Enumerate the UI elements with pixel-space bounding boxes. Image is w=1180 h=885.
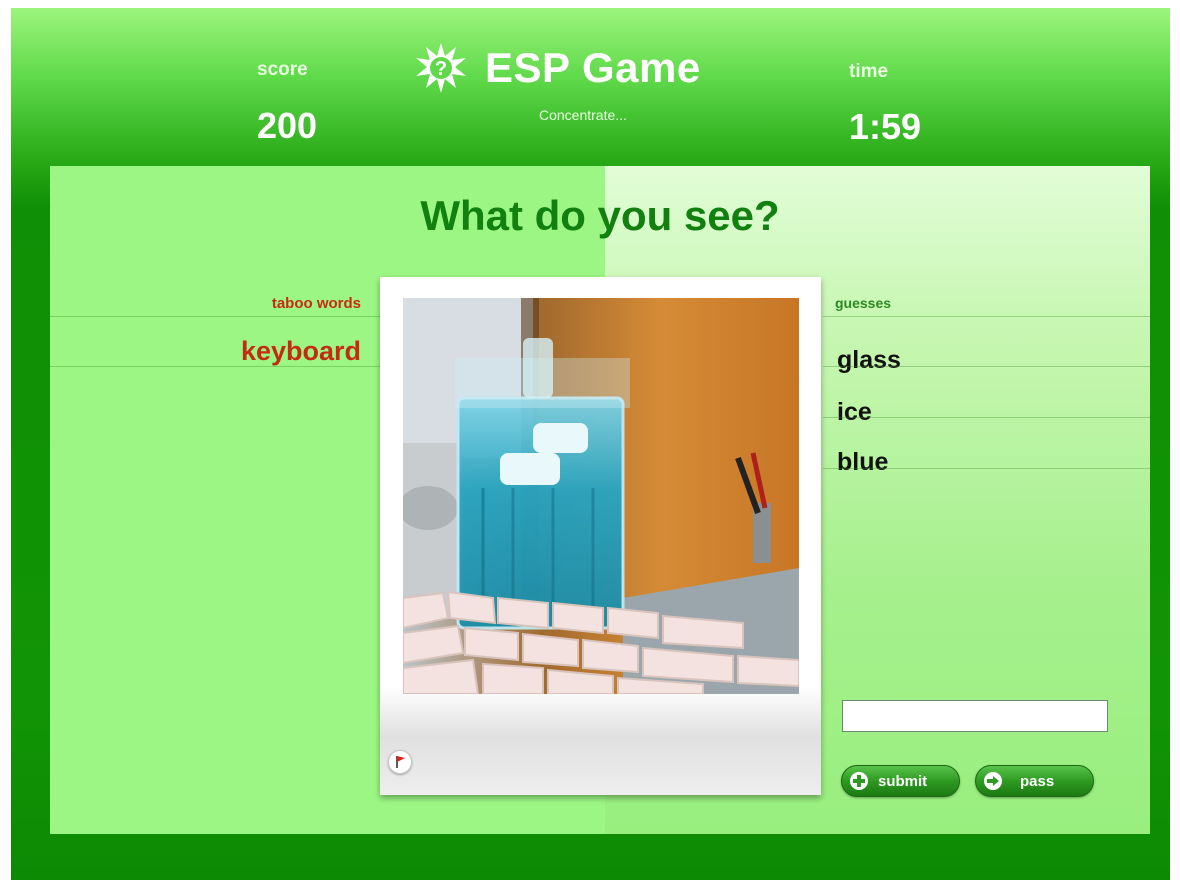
score-value: 200 <box>257 105 318 146</box>
submit-label: submit <box>878 773 928 790</box>
guess-input[interactable] <box>842 700 1108 732</box>
pass-button[interactable]: pass <box>975 765 1094 797</box>
divider <box>823 468 1150 469</box>
guess-item: ice <box>837 398 872 426</box>
pass-label: pass <box>1020 773 1055 790</box>
plus-icon <box>850 772 868 790</box>
divider <box>50 316 380 317</box>
divider <box>823 366 1150 367</box>
taboo-word: keyboard <box>240 336 361 366</box>
app-title: ESP Game <box>485 44 701 91</box>
time-label: time <box>849 61 889 82</box>
svg-text:?: ? <box>435 58 447 80</box>
game-frame: score 200 ? ESP Game Concentrate... time… <box>11 8 1170 880</box>
arrow-right-icon <box>984 772 1002 790</box>
red-flag-icon <box>396 756 405 768</box>
divider <box>823 417 1150 418</box>
time-value: 1:59 <box>849 106 922 147</box>
game-photo <box>403 298 799 694</box>
image-card <box>380 277 821 795</box>
status-text: Concentrate... <box>539 107 627 123</box>
submit-button[interactable]: submit <box>841 765 960 797</box>
flag-image-button[interactable] <box>388 750 412 774</box>
starburst-question-icon: ? <box>415 42 467 94</box>
guess-item: blue <box>837 448 889 476</box>
guess-item: glass <box>837 346 901 374</box>
score-label: score <box>257 59 308 80</box>
game-panel: What do you see? taboo words keyboard gu… <box>50 166 1150 834</box>
guesses-label: guesses <box>835 295 892 311</box>
divider <box>50 366 380 367</box>
divider <box>823 316 1150 317</box>
prompt-heading: What do you see? <box>420 192 780 239</box>
taboo-words-label: taboo words <box>271 295 361 312</box>
